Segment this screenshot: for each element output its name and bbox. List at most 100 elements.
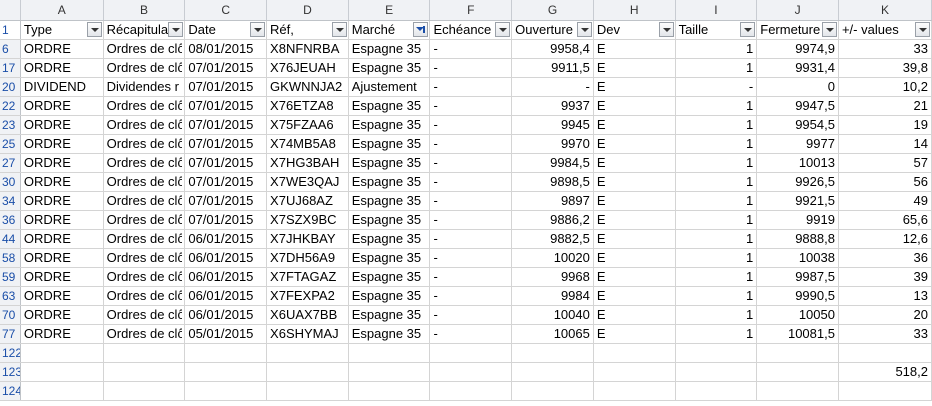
cell[interactable]: Ordres de clô <box>103 267 186 287</box>
cell[interactable] <box>511 343 594 363</box>
cell[interactable] <box>675 362 758 382</box>
cell[interactable]: 56 <box>838 172 932 192</box>
cell[interactable]: ORDRE <box>20 39 104 59</box>
header-cell[interactable]: Marché <box>348 20 431 40</box>
cell[interactable]: - <box>429 134 513 154</box>
cell[interactable] <box>266 343 349 363</box>
cell[interactable]: 9954,5 <box>756 115 839 135</box>
cell[interactable]: 1 <box>675 153 758 173</box>
cell[interactable]: 9897 <box>511 191 594 211</box>
cell[interactable]: Ordres de clô <box>103 229 186 249</box>
cell[interactable]: 07/01/2015 <box>184 153 268 173</box>
cell[interactable]: 39 <box>838 267 932 287</box>
cell[interactable]: 1 <box>675 324 758 344</box>
cell[interactable]: X7DH56A9 <box>266 248 349 268</box>
cell[interactable] <box>838 343 932 363</box>
cell[interactable]: 1 <box>675 96 758 116</box>
cell[interactable]: 1 <box>675 267 758 287</box>
column-header-i[interactable]: I <box>675 0 758 21</box>
cell[interactable] <box>20 343 104 363</box>
cell[interactable]: - <box>429 286 513 306</box>
cell[interactable]: Ordres de clô <box>103 324 186 344</box>
column-header-c[interactable]: C <box>184 0 268 21</box>
cell[interactable]: 49 <box>838 191 932 211</box>
row-number[interactable]: 122 <box>0 343 21 363</box>
cell[interactable]: X7HG3BAH <box>266 153 349 173</box>
cell[interactable]: - <box>429 96 513 116</box>
cell[interactable]: 10040 <box>511 305 594 325</box>
cell[interactable]: 07/01/2015 <box>184 191 268 211</box>
cell[interactable] <box>184 381 268 401</box>
cell[interactable]: 9888,8 <box>756 229 839 249</box>
cell[interactable]: - <box>429 191 513 211</box>
cell[interactable]: 33 <box>838 39 932 59</box>
cell[interactable]: 518,2 <box>838 362 932 382</box>
cell[interactable]: E <box>593 248 676 268</box>
cell[interactable]: Dividendes r <box>103 77 186 97</box>
cell[interactable]: E <box>593 172 676 192</box>
cell[interactable] <box>20 381 104 401</box>
cell[interactable]: Ajustement <box>348 77 431 97</box>
cell[interactable]: X76JEUAH <box>266 58 349 78</box>
cell[interactable]: 0 <box>756 77 839 97</box>
cell[interactable]: 10020 <box>511 248 594 268</box>
cell[interactable]: - <box>429 172 513 192</box>
cell[interactable]: E <box>593 96 676 116</box>
cell[interactable]: 12,6 <box>838 229 932 249</box>
cell[interactable]: Ordres de clô <box>103 286 186 306</box>
cell[interactable]: 06/01/2015 <box>184 248 268 268</box>
cell[interactable]: Ordres de clô <box>103 248 186 268</box>
cell[interactable]: 9882,5 <box>511 229 594 249</box>
cell[interactable]: ORDRE <box>20 210 104 230</box>
cell[interactable] <box>511 381 594 401</box>
cell[interactable]: E <box>593 134 676 154</box>
cell[interactable]: ORDRE <box>20 96 104 116</box>
cell[interactable] <box>756 362 839 382</box>
cell[interactable]: 9921,5 <box>756 191 839 211</box>
cell[interactable]: 06/01/2015 <box>184 286 268 306</box>
filter-dropdown-icon[interactable] <box>250 21 266 37</box>
select-all-corner[interactable] <box>0 0 21 21</box>
cell[interactable]: 9970 <box>511 134 594 154</box>
cell[interactable]: 9886,2 <box>511 210 594 230</box>
cell[interactable] <box>20 362 104 382</box>
cell[interactable]: - <box>429 153 513 173</box>
cell[interactable]: 21 <box>838 96 932 116</box>
cell[interactable] <box>429 343 513 363</box>
cell[interactable]: 9898,5 <box>511 172 594 192</box>
cell[interactable]: X74MB5A8 <box>266 134 349 154</box>
cell[interactable]: - <box>429 267 513 287</box>
cell[interactable]: 1 <box>675 58 758 78</box>
cell[interactable]: X7FTAGAZ <box>266 267 349 287</box>
cell[interactable] <box>593 362 676 382</box>
cell[interactable]: E <box>593 39 676 59</box>
row-number[interactable]: 77 <box>0 324 21 344</box>
cell[interactable]: Espagne 35 <box>348 172 431 192</box>
cell[interactable]: E <box>593 229 676 249</box>
cell[interactable]: 10050 <box>756 305 839 325</box>
cell[interactable]: Espagne 35 <box>348 153 431 173</box>
row-number[interactable]: 23 <box>0 115 21 135</box>
cell[interactable]: X7JHKBAY <box>266 229 349 249</box>
filter-active-icon[interactable] <box>413 21 429 37</box>
cell[interactable]: - <box>675 77 758 97</box>
cell[interactable]: E <box>593 210 676 230</box>
row-number[interactable]: 124 <box>0 381 21 401</box>
cell[interactable]: 13 <box>838 286 932 306</box>
cell[interactable]: X76ETZA8 <box>266 96 349 116</box>
cell[interactable] <box>103 381 186 401</box>
cell[interactable]: 9926,5 <box>756 172 839 192</box>
cell[interactable]: 36 <box>838 248 932 268</box>
cell[interactable]: 06/01/2015 <box>184 305 268 325</box>
cell[interactable]: E <box>593 286 676 306</box>
cell[interactable]: Espagne 35 <box>348 324 431 344</box>
cell[interactable]: Ordres de clô <box>103 153 186 173</box>
cell[interactable]: 07/01/2015 <box>184 172 268 192</box>
cell[interactable]: Espagne 35 <box>348 248 431 268</box>
cell[interactable]: 07/01/2015 <box>184 58 268 78</box>
column-header-h[interactable]: H <box>593 0 676 21</box>
cell[interactable]: 65,6 <box>838 210 932 230</box>
cell[interactable]: Espagne 35 <box>348 134 431 154</box>
row-number[interactable]: 17 <box>0 58 21 78</box>
cell[interactable]: 57 <box>838 153 932 173</box>
